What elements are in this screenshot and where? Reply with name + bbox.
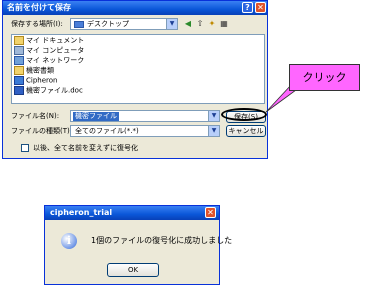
word-doc-icon <box>14 86 24 95</box>
chevron-down-icon: ▼ <box>166 19 177 29</box>
save-in-dropdown[interactable]: デスクトップ ▼ <box>70 18 178 30</box>
help-button[interactable]: ? <box>242 2 253 13</box>
chevron-down-icon: ▼ <box>208 126 219 136</box>
list-item[interactable]: Cipheron <box>14 76 57 85</box>
filename-label: ファイル名(N): <box>11 112 60 120</box>
message-text: 1個のファイルの復号化に成功しました <box>91 236 233 245</box>
filetype-label: ファイルの種類(T): <box>11 127 73 135</box>
cancel-button[interactable]: キャンセル <box>226 125 266 137</box>
save-in-label: 保存する場所(I): <box>11 20 63 28</box>
filetype-value: 全てのファイル(*.*) <box>75 127 139 135</box>
checkbox-label: 以後、全て名前を変えずに復号化 <box>33 144 138 152</box>
computer-icon <box>14 46 24 55</box>
list-item-label: 機密ファイル.doc <box>26 86 83 95</box>
folder-icon <box>14 66 24 75</box>
network-icon <box>14 56 24 65</box>
list-item-label: マイ コンピュータ <box>26 46 85 55</box>
close-button[interactable]: ✕ <box>255 2 266 13</box>
list-item[interactable]: マイ ネットワーク <box>14 56 84 65</box>
desktop-icon <box>74 21 84 28</box>
view-menu-icon[interactable]: ▦ <box>219 19 229 29</box>
save-in-value: デスクトップ <box>87 20 129 28</box>
chevron-down-icon: ▼ <box>208 111 219 121</box>
folder-icon <box>14 36 24 45</box>
save-dialog: 名前を付けて保存 ? ✕ 保存する場所(I): デスクトップ ▼ ◀ ⇧ ✦ ▦… <box>2 0 268 159</box>
list-item[interactable]: 機密書類 <box>14 66 54 75</box>
list-item[interactable]: マイ コンピュータ <box>14 46 84 55</box>
info-icon: i <box>61 233 77 249</box>
back-icon[interactable]: ◀ <box>183 19 193 29</box>
new-folder-icon[interactable]: ✦ <box>207 19 217 29</box>
up-folder-icon[interactable]: ⇧ <box>195 19 205 29</box>
filename-value: 機密ファイル <box>73 112 119 121</box>
message-box: cipheron_trial ✕ i 1個のファイルの復号化に成功しました OK <box>44 205 232 285</box>
file-list[interactable]: マイ ドキュメント マイ コンピュータ マイ ネットワーク 機密書類 Ciphe… <box>11 34 265 104</box>
list-item[interactable]: 機密ファイル.doc <box>14 86 83 95</box>
filetype-dropdown[interactable]: 全てのファイル(*.*) ▼ <box>70 125 220 137</box>
app-icon <box>14 76 24 85</box>
list-item-label: マイ ネットワーク <box>26 56 85 65</box>
rename-checkbox[interactable] <box>21 144 29 152</box>
list-item-label: マイ ドキュメント <box>26 36 85 45</box>
ok-button[interactable]: OK <box>107 263 159 277</box>
list-item-label: 機密書類 <box>26 66 54 75</box>
save-button-highlight <box>221 108 267 121</box>
message-box-title: cipheron_trial <box>45 206 219 220</box>
list-item-label: Cipheron <box>26 76 58 85</box>
list-item[interactable]: マイ ドキュメント <box>14 36 84 45</box>
filename-field[interactable]: 機密ファイル ▼ <box>70 110 220 122</box>
close-button[interactable]: ✕ <box>205 207 216 218</box>
click-callout: クリック <box>289 64 360 91</box>
dialog-title: 名前を付けて保存 <box>3 1 267 15</box>
